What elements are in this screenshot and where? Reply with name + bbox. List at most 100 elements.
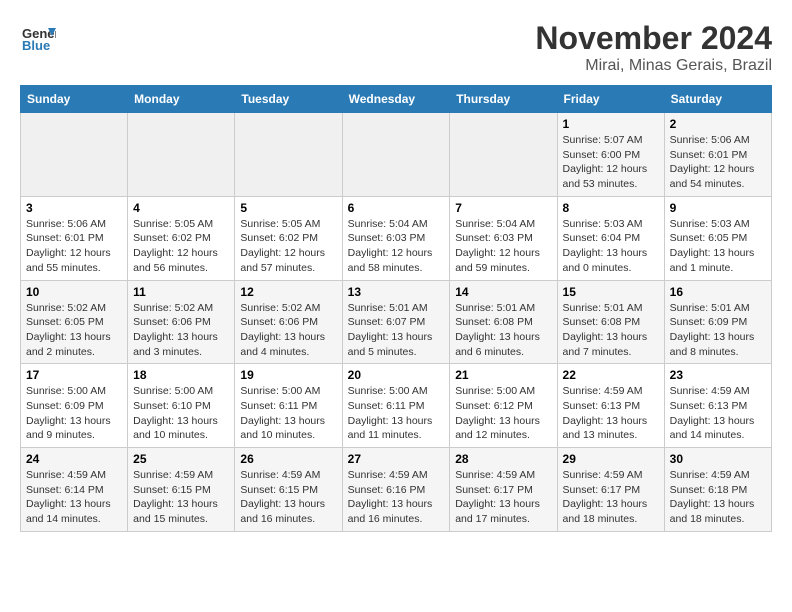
day-info: Sunrise: 5:05 AMSunset: 6:02 PMDaylight:… (240, 217, 336, 276)
calendar-cell: 5 Sunrise: 5:05 AMSunset: 6:02 PMDaylight… (235, 196, 342, 280)
day-info: Sunrise: 5:00 AMSunset: 6:11 PMDaylight:… (348, 384, 445, 443)
day-info: Sunrise: 5:03 AMSunset: 6:05 PMDaylight:… (670, 217, 766, 276)
day-of-week-header: Sunday (21, 86, 128, 113)
day-number: 17 (26, 368, 122, 382)
logo-icon: General Blue (20, 20, 56, 56)
day-number: 20 (348, 368, 445, 382)
day-number: 3 (26, 201, 122, 215)
calendar-cell: 11 Sunrise: 5:02 AMSunset: 6:06 PMDayligh… (128, 280, 235, 364)
day-info: Sunrise: 4:59 AMSunset: 6:17 PMDaylight:… (563, 468, 659, 527)
day-info: Sunrise: 4:59 AMSunset: 6:15 PMDaylight:… (240, 468, 336, 527)
day-info: Sunrise: 5:00 AMSunset: 6:09 PMDaylight:… (26, 384, 122, 443)
day-number: 14 (455, 285, 551, 299)
day-info: Sunrise: 5:00 AMSunset: 6:10 PMDaylight:… (133, 384, 229, 443)
day-number: 7 (455, 201, 551, 215)
calendar-header: SundayMondayTuesdayWednesdayThursdayFrid… (21, 86, 772, 113)
calendar-cell: 24 Sunrise: 4:59 AMSunset: 6:14 PMDayligh… (21, 448, 128, 532)
day-number: 4 (133, 201, 229, 215)
calendar-cell: 10Sunrise: 5:02 AMSunset: 6:05 PMDayligh… (21, 280, 128, 364)
calendar-cell: 3Sunrise: 5:06 AMSunset: 6:01 PMDaylight… (21, 196, 128, 280)
day-info: Sunrise: 5:05 AMSunset: 6:02 PMDaylight:… (133, 217, 229, 276)
day-of-week-header: Monday (128, 86, 235, 113)
day-info: Sunrise: 5:03 AMSunset: 6:04 PMDaylight:… (563, 217, 659, 276)
day-info: Sunrise: 5:06 AMSunset: 6:01 PMDaylight:… (670, 133, 766, 192)
calendar-cell: 29 Sunrise: 4:59 AMSunset: 6:17 PMDayligh… (557, 448, 664, 532)
day-number: 11 (133, 285, 229, 299)
svg-text:Blue: Blue (22, 38, 50, 53)
day-info: Sunrise: 4:59 AMSunset: 6:13 PMDaylight:… (563, 384, 659, 443)
day-info: Sunrise: 4:59 AMSunset: 6:17 PMDaylight:… (455, 468, 551, 527)
day-number: 28 (455, 452, 551, 466)
day-number: 5 (240, 201, 336, 215)
day-number: 9 (670, 201, 766, 215)
day-number: 21 (455, 368, 551, 382)
header-row: SundayMondayTuesdayWednesdayThursdayFrid… (21, 86, 772, 113)
day-info: Sunrise: 4:59 AMSunset: 6:13 PMDaylight:… (670, 384, 766, 443)
calendar-cell: 14Sunrise: 5:01 AMSunset: 6:08 PMDayligh… (450, 280, 557, 364)
day-number: 29 (563, 452, 659, 466)
calendar-cell: 26 Sunrise: 4:59 AMSunset: 6:15 PMDayligh… (235, 448, 342, 532)
calendar-cell: 30 Sunrise: 4:59 AMSunset: 6:18 PMDayligh… (664, 448, 771, 532)
day-number: 26 (240, 452, 336, 466)
day-info: Sunrise: 4:59 AMSunset: 6:18 PMDaylight:… (670, 468, 766, 527)
calendar-cell: 8 Sunrise: 5:03 AMSunset: 6:04 PMDaylight… (557, 196, 664, 280)
day-number: 8 (563, 201, 659, 215)
day-number: 6 (348, 201, 445, 215)
location: Mirai, Minas Gerais, Brazil (535, 57, 772, 75)
title-block: November 2024 Mirai, Minas Gerais, Brazi… (535, 20, 772, 75)
day-info: Sunrise: 5:02 AMSunset: 6:05 PMDaylight:… (26, 301, 122, 360)
calendar-cell (450, 113, 557, 197)
calendar-cell: 19Sunrise: 5:00 AMSunset: 6:11 PMDayligh… (235, 364, 342, 448)
calendar-cell (128, 113, 235, 197)
calendar-cell (235, 113, 342, 197)
calendar-cell: 16 Sunrise: 5:01 AMSunset: 6:09 PMDayligh… (664, 280, 771, 364)
calendar-cell: 22 Sunrise: 4:59 AMSunset: 6:13 PMDayligh… (557, 364, 664, 448)
calendar-week-row: 10Sunrise: 5:02 AMSunset: 6:05 PMDayligh… (21, 280, 772, 364)
day-info: Sunrise: 5:00 AMSunset: 6:12 PMDaylight:… (455, 384, 551, 443)
day-number: 12 (240, 285, 336, 299)
calendar-cell (21, 113, 128, 197)
calendar-cell: 1 Sunrise: 5:07 AMSunset: 6:00 PMDaylight… (557, 113, 664, 197)
calendar-cell: 28 Sunrise: 4:59 AMSunset: 6:17 PMDayligh… (450, 448, 557, 532)
day-number: 27 (348, 452, 445, 466)
month-title: November 2024 (535, 20, 772, 57)
day-number: 24 (26, 452, 122, 466)
day-number: 23 (670, 368, 766, 382)
calendar-cell: 18 Sunrise: 5:00 AMSunset: 6:10 PMDayligh… (128, 364, 235, 448)
calendar-cell: 15Sunrise: 5:01 AMSunset: 6:08 PMDayligh… (557, 280, 664, 364)
calendar-cell: 20 Sunrise: 5:00 AMSunset: 6:11 PMDayligh… (342, 364, 450, 448)
day-number: 30 (670, 452, 766, 466)
day-of-week-header: Tuesday (235, 86, 342, 113)
day-info: Sunrise: 4:59 AMSunset: 6:14 PMDaylight:… (26, 468, 122, 527)
day-info: Sunrise: 5:02 AMSunset: 6:06 PMDaylight:… (133, 301, 229, 360)
day-number: 1 (563, 117, 659, 131)
calendar-cell: 6 Sunrise: 5:04 AMSunset: 6:03 PMDaylight… (342, 196, 450, 280)
day-info: Sunrise: 5:04 AMSunset: 6:03 PMDaylight:… (348, 217, 445, 276)
calendar-cell: 23 Sunrise: 4:59 AMSunset: 6:13 PMDayligh… (664, 364, 771, 448)
calendar-table: SundayMondayTuesdayWednesdayThursdayFrid… (20, 85, 772, 532)
logo: General Blue (20, 20, 56, 56)
calendar-week-row: 24 Sunrise: 4:59 AMSunset: 6:14 PMDayligh… (21, 448, 772, 532)
calendar-cell: 17 Sunrise: 5:00 AMSunset: 6:09 PMDayligh… (21, 364, 128, 448)
day-number: 16 (670, 285, 766, 299)
day-info: Sunrise: 5:02 AMSunset: 6:06 PMDaylight:… (240, 301, 336, 360)
calendar-cell: 9 Sunrise: 5:03 AMSunset: 6:05 PMDaylight… (664, 196, 771, 280)
calendar-cell: 2 Sunrise: 5:06 AMSunset: 6:01 PMDaylight… (664, 113, 771, 197)
day-number: 19 (240, 368, 336, 382)
day-info: Sunrise: 5:01 AMSunset: 6:09 PMDaylight:… (670, 301, 766, 360)
calendar-cell: 4 Sunrise: 5:05 AMSunset: 6:02 PMDaylight… (128, 196, 235, 280)
calendar-cell: 13 Sunrise: 5:01 AMSunset: 6:07 PMDayligh… (342, 280, 450, 364)
day-of-week-header: Friday (557, 86, 664, 113)
day-of-week-header: Saturday (664, 86, 771, 113)
day-info: Sunrise: 5:07 AMSunset: 6:00 PMDaylight:… (563, 133, 659, 192)
calendar-cell: 12 Sunrise: 5:02 AMSunset: 6:06 PMDayligh… (235, 280, 342, 364)
day-number: 2 (670, 117, 766, 131)
day-info: Sunrise: 4:59 AMSunset: 6:16 PMDaylight:… (348, 468, 445, 527)
day-number: 18 (133, 368, 229, 382)
day-info: Sunrise: 5:01 AMSunset: 6:07 PMDaylight:… (348, 301, 445, 360)
day-number: 13 (348, 285, 445, 299)
day-number: 22 (563, 368, 659, 382)
calendar-cell (342, 113, 450, 197)
day-number: 15 (563, 285, 659, 299)
calendar-week-row: 1 Sunrise: 5:07 AMSunset: 6:00 PMDaylight… (21, 113, 772, 197)
